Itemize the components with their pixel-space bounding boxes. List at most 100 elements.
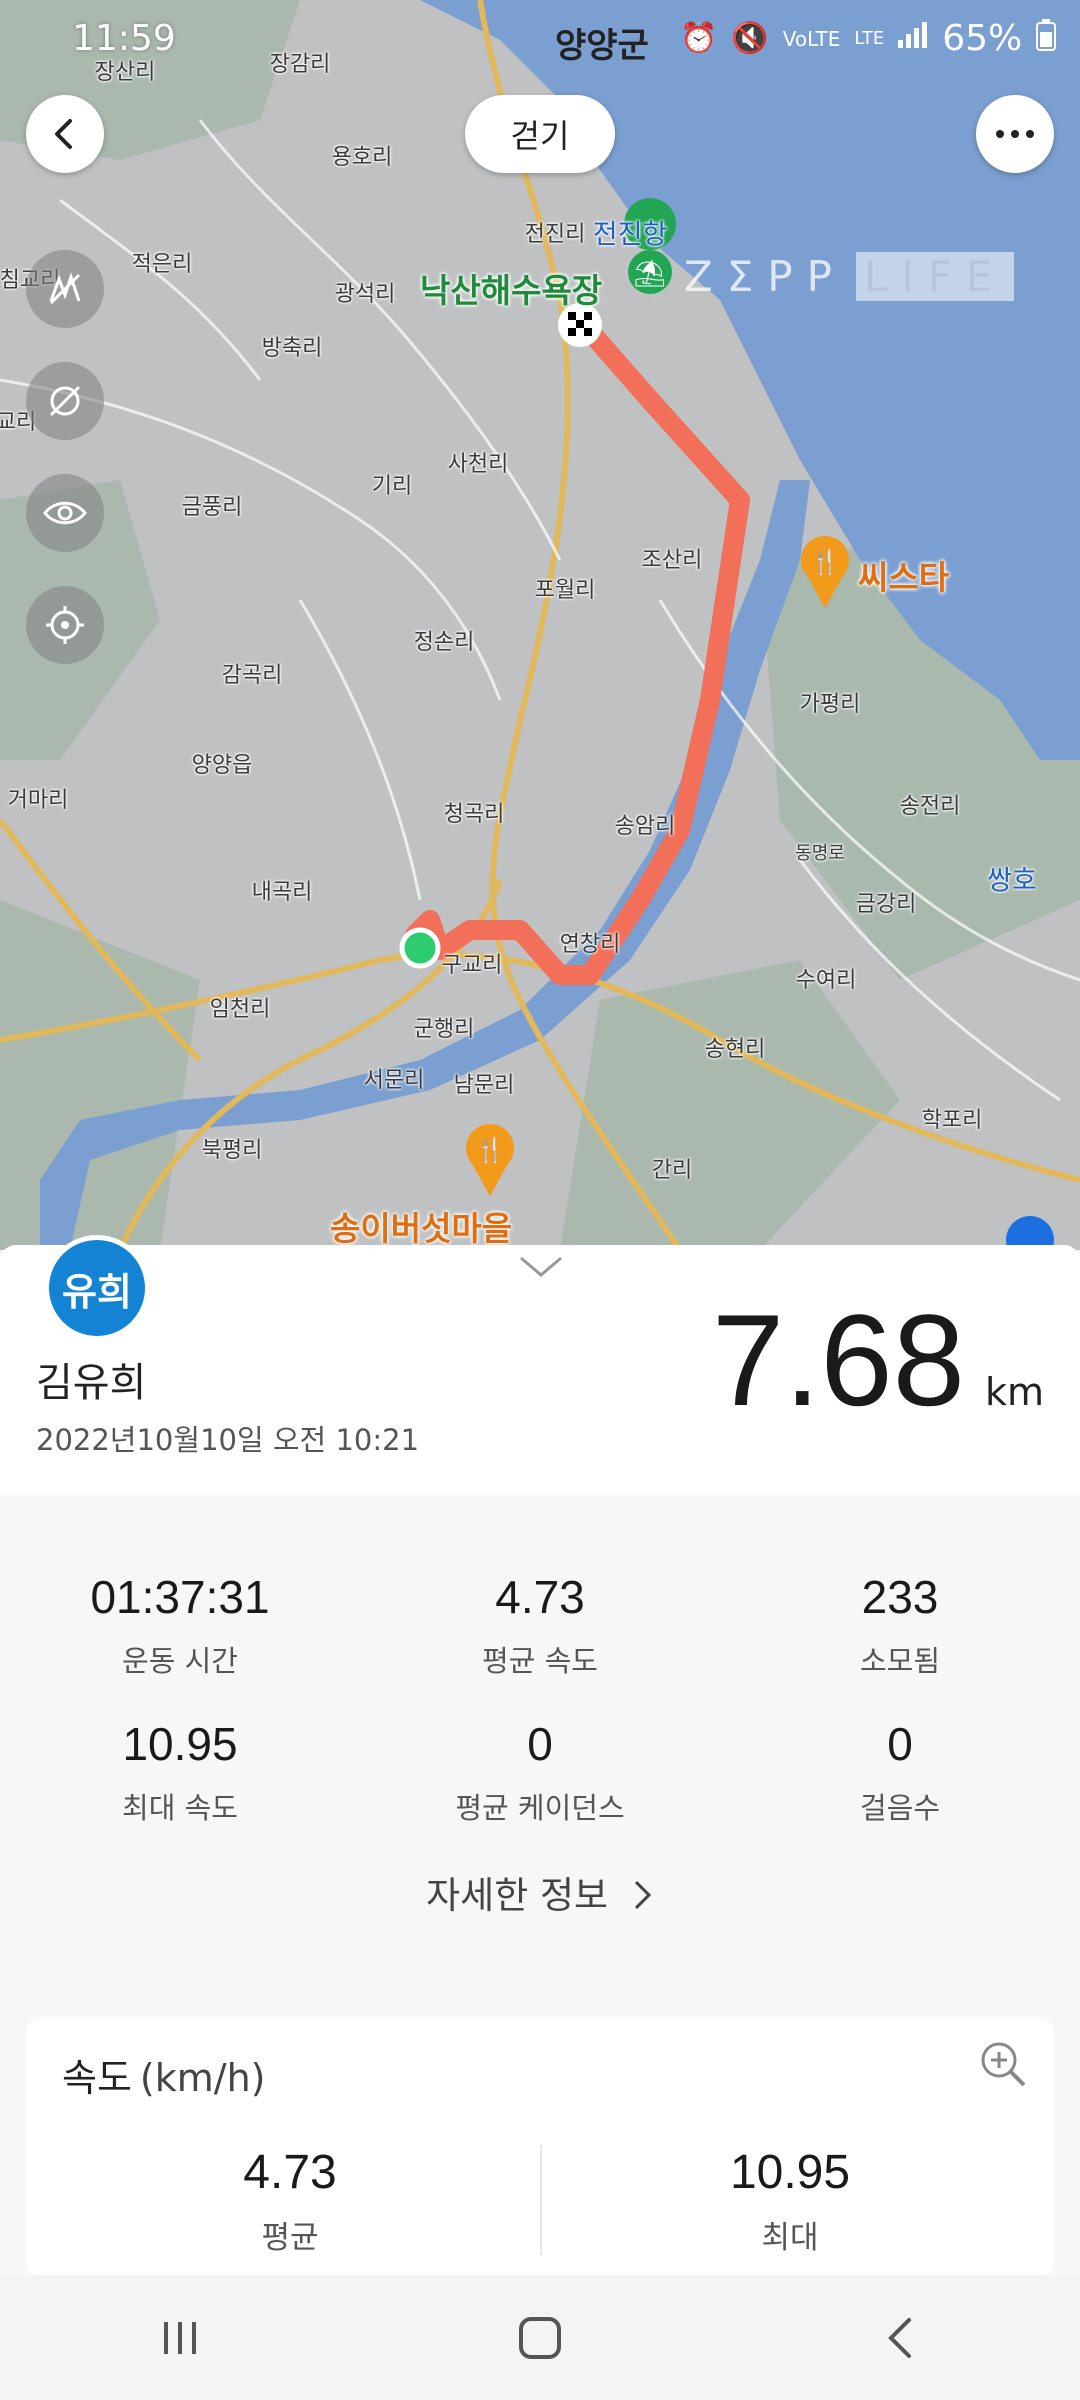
chevron-right-icon	[634, 1880, 651, 1910]
speed-average-value: 4.73	[243, 2146, 337, 2199]
place-label: 동명로	[795, 843, 845, 864]
stat-max-speed: 10.95 최대 속도	[0, 1717, 360, 1827]
more-dots-icon	[996, 130, 1034, 138]
place-label: 쌍호	[987, 865, 1037, 897]
place-label: 학포리	[921, 1108, 983, 1133]
recent-apps-button[interactable]	[120, 2288, 240, 2388]
zoom-in-icon	[981, 2042, 1026, 2087]
signal-icon	[898, 21, 928, 56]
total-distance: 7.68 km	[712, 1285, 1044, 1435]
stat-label: 평균 케이던스	[455, 1791, 625, 1825]
place-label: 수여리	[795, 968, 857, 993]
stat-avg-cadence: 0 평균 케이던스	[360, 1717, 720, 1827]
stat-label: 평균 속도	[482, 1644, 598, 1678]
speed-average: 4.73 평균	[40, 2145, 540, 2257]
speed-card-title: 속도 (km/h)	[62, 2047, 265, 2102]
speed-title-label: 속도	[62, 2056, 132, 2100]
stat-calories: 233 소모됨	[720, 1570, 1080, 1680]
distance-unit: km	[984, 1370, 1044, 1414]
watermark-brand: ZΣPP	[684, 252, 846, 301]
recent-apps-icon	[164, 2321, 196, 2354]
stat-label: 걸음수	[859, 1791, 941, 1825]
speed-max-value: 10.95	[729, 2146, 851, 2199]
eye-icon	[43, 501, 87, 525]
speed-card: 속도 (km/h) 4.73 평균 10.95 최대	[26, 2017, 1054, 2277]
workout-date: 2022년10월10일 오전 10:21	[36, 1423, 420, 1457]
arrow-left-icon	[55, 119, 72, 149]
chevron-down-icon	[520, 1256, 562, 1277]
battery-level: 65%	[942, 18, 1023, 59]
alarm-icon: ⏰	[680, 21, 718, 56]
place-label: 양양읍	[191, 753, 253, 778]
stat-label: 운동 시간	[122, 1644, 238, 1678]
back-nav-button[interactable]	[840, 2288, 960, 2388]
place-label: 군행리	[413, 1017, 475, 1042]
stat-duration: 01:37:31 운동 시간	[0, 1570, 360, 1680]
place-label: 송전리	[899, 794, 961, 819]
map-layer-toggle-button[interactable]	[26, 250, 104, 328]
start-marker	[399, 927, 441, 969]
place-label: 남문리	[453, 1073, 515, 1098]
speed-average-label: 평균	[261, 2220, 319, 2256]
map-style-icon	[49, 272, 81, 305]
stat-avg-speed: 4.73 평균 속도	[360, 1570, 720, 1680]
stat-value: 0	[887, 1718, 913, 1770]
place-label: 기리	[371, 474, 413, 499]
collapse-sheet-button[interactable]	[518, 1255, 564, 1283]
home-icon	[519, 2316, 561, 2359]
speed-max: 10.95 최대	[540, 2145, 1040, 2257]
status-bar: 11:59 양양군 ⏰ 🔇 VoLTE LTE 65%	[0, 0, 1080, 90]
recenter-button[interactable]	[26, 586, 104, 664]
distance-value: 7.68	[711, 1287, 965, 1433]
place-label: 송암리	[614, 814, 676, 839]
place-label: 광석리	[334, 282, 396, 307]
place-label: 구교리	[441, 953, 503, 978]
avatar: 유희	[44, 1235, 150, 1341]
place-label: 거마리	[7, 788, 69, 813]
map-background: ⛱ 🍴 🍴	[0, 0, 1080, 1250]
status-time: 11:59	[72, 18, 176, 59]
workout-summary-sheet: 유희 김유희 2022년10월10일 오전 10:21 7.68 km 01:3…	[0, 1235, 1080, 2277]
place-label: 적은리	[131, 252, 193, 277]
restaurant-poi-label[interactable]: 송이버섯마을	[330, 1202, 512, 1250]
place-label: 금강리	[855, 892, 917, 917]
detailed-info-link[interactable]: 자세한 정보	[0, 1865, 1080, 1919]
detailed-info-label: 자세한 정보	[426, 1874, 609, 1917]
place-label: 전진항	[592, 219, 668, 251]
stat-value: 4.73	[495, 1571, 585, 1623]
view-toggle-button[interactable]	[26, 474, 104, 552]
place-label: 포월리	[534, 578, 596, 603]
beach-poi-label[interactable]: 낙산해수욕장	[420, 264, 602, 312]
stat-label: 소모됨	[859, 1644, 941, 1678]
place-label: 청곡리	[443, 802, 505, 827]
status-icons: ⏰ 🔇 VoLTE LTE 65%	[680, 18, 1057, 59]
stat-steps: 0 걸음수	[720, 1717, 1080, 1827]
back-button[interactable]	[26, 95, 104, 173]
user-name: 김유희	[36, 1360, 147, 1406]
place-label: 간리	[651, 1158, 693, 1183]
place-label: 사천리	[447, 452, 509, 477]
stat-label: 최대 속도	[122, 1791, 238, 1825]
svg-text:⛱: ⛱	[633, 259, 666, 289]
activity-type-button[interactable]: 걷기	[465, 95, 615, 173]
hide-map-button[interactable]	[26, 362, 104, 440]
place-label: 금풍리	[181, 495, 243, 520]
zoom-in-button[interactable]	[978, 2039, 1028, 2093]
place-label: 송현리	[704, 1037, 766, 1062]
lte-label: LTE	[854, 28, 885, 49]
place-label: 북평리	[201, 1138, 263, 1163]
place-label: 정손리	[413, 630, 475, 655]
more-options-button[interactable]	[976, 95, 1054, 173]
stat-value: 0	[527, 1718, 553, 1770]
restaurant-poi-label[interactable]: 씨스타	[858, 551, 949, 599]
battery-icon	[1036, 18, 1057, 59]
speed-unit: (km/h)	[139, 2056, 266, 2100]
home-button[interactable]	[480, 2288, 600, 2388]
speed-max-label: 최대	[761, 2220, 819, 2256]
back-nav-icon	[888, 2317, 911, 2358]
map-off-icon	[49, 385, 81, 417]
stat-value: 01:37:31	[90, 1571, 270, 1623]
place-label: 가평리	[799, 692, 861, 717]
route-map[interactable]: ⛱ 🍴 🍴 장산리 장감리 용호리 전진리 전진항 적은리 광석리 방축리 사천…	[0, 0, 1080, 1250]
place-label: 연창리	[559, 932, 621, 957]
